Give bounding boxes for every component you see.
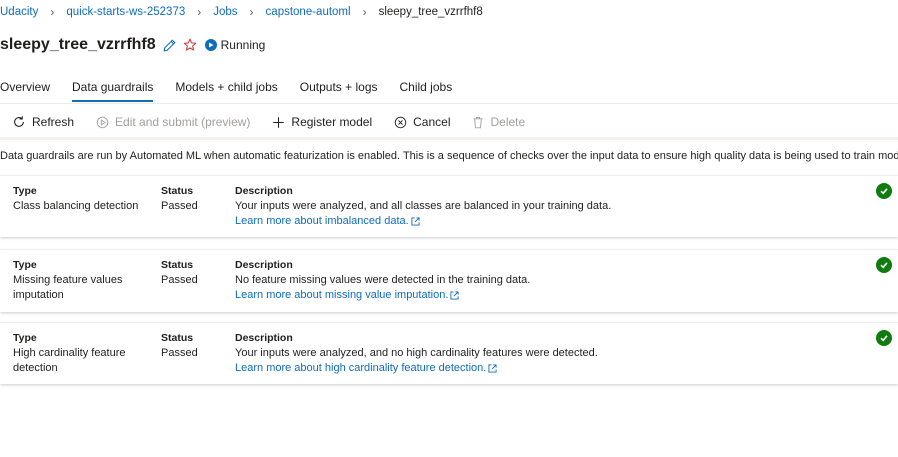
open-external-icon [450,291,459,300]
page-title: sleepy_tree_vzrrfhf8 [0,36,156,53]
guardrail-description: Your inputs were analyzed, and all class… [235,200,612,212]
tab-divider [0,103,898,104]
chevron-right-icon: › [197,5,202,19]
guardrail-status: Passed [161,347,198,359]
check-circle-icon [876,330,892,346]
description-column: Description Your inputs were analyzed, a… [235,184,835,229]
trash-icon [472,116,484,129]
guardrail-type: High cardinality feature detection [13,347,126,374]
cancel-button[interactable]: Cancel [394,115,450,129]
register-model-label: Register model [291,115,373,129]
status-column: Status Passed [161,331,231,361]
delete-button[interactable]: Delete [472,115,525,129]
breadcrumb-experiment-link[interactable]: capstone-automl [266,6,351,18]
learn-more-label: Learn more about imbalanced data. [235,215,409,227]
description-header: Description [235,332,293,344]
status-text: Running [220,38,266,52]
learn-more-link[interactable]: Learn more about imbalanced data. [235,214,420,229]
edit-and-submit-button[interactable]: Edit and submit (preview) [96,115,250,129]
refresh-icon [12,115,26,129]
register-model-button[interactable]: Register model [272,115,372,129]
open-external-icon [411,217,420,226]
guardrail-type: Class balancing detection [13,200,139,212]
status-badge: Running [204,38,266,52]
refresh-button[interactable]: Refresh [12,115,74,129]
status-header: Status [161,259,194,271]
learn-more-link[interactable]: Learn more about missing value imputatio… [235,288,459,303]
chevron-right-icon: › [249,5,254,19]
description-header: Description [235,185,293,197]
toolbar-divider [0,137,898,140]
breadcrumb-resource-link[interactable]: quick-starts-ws-252373 [66,6,185,18]
status-header: Status [161,332,194,344]
tab-data-guardrails[interactable]: Data guardrails [72,76,154,102]
tab-child-jobs[interactable]: Child jobs [400,76,453,102]
type-header: Type [13,332,37,344]
pencil-icon[interactable] [163,38,176,52]
tab-models-child-jobs[interactable]: Models + child jobs [175,76,277,102]
check-circle-icon [876,183,892,199]
type-header: Type [13,185,37,197]
star-icon[interactable] [183,38,197,52]
description-header: Description [235,259,293,271]
type-column: Type Class balancing detection [13,184,148,214]
learn-more-label: Learn more about high cardinality featur… [235,362,487,374]
breadcrumb: Udacity › quick-starts-ws-252373 › Jobs … [0,5,483,19]
cancel-label: Cancel [413,115,451,129]
guardrail-description: Your inputs were analyzed, and no high c… [235,347,598,359]
chevron-right-icon: › [50,5,55,19]
refresh-label: Refresh [32,115,75,129]
edit-and-submit-label: Edit and submit (preview) [115,115,251,129]
delete-label: Delete [490,115,526,129]
status-column: Status Passed [161,184,231,214]
guardrail-type: Missing feature values imputation [13,274,123,301]
chevron-right-icon: › [362,5,367,19]
status-header: Status [161,185,194,197]
type-column: Type High cardinality feature detection [13,331,133,376]
open-external-icon [488,364,497,373]
guardrail-card: Type Missing feature values imputation S… [0,249,898,312]
check-circle-icon [876,257,892,273]
description-column: Description Your inputs were analyzed, a… [235,331,835,376]
type-column: Type Missing feature values imputation [13,258,133,303]
guardrail-description: No feature missing values were detected … [235,274,531,286]
breadcrumb-workspace-link[interactable]: Udacity [0,6,38,18]
plus-icon [272,116,285,129]
learn-more-link[interactable]: Learn more about high cardinality featur… [235,361,497,376]
type-header: Type [13,259,37,271]
play-circle-icon [96,116,109,129]
guardrail-card: Type High cardinality feature detection … [0,322,898,384]
description-column: Description No feature missing values we… [235,258,835,303]
guardrails-description: Data guardrails are run by Automated ML … [0,150,898,162]
breadcrumb-jobs-link[interactable]: Jobs [213,6,237,18]
learn-more-label: Learn more about missing value imputatio… [235,289,449,301]
breadcrumb-current: sleepy_tree_vzrrfhf8 [378,6,483,18]
running-icon [204,39,217,51]
tab-overview[interactable]: Overview [0,76,50,102]
toolbar: Refresh Edit and submit (preview) Regist… [12,112,547,132]
run-header: sleepy_tree_vzrrfhf8 Running [0,35,265,55]
tab-bar: Overview Data guardrails Models + child … [0,76,474,102]
guardrail-status: Passed [161,274,198,286]
tab-outputs-logs[interactable]: Outputs + logs [300,76,378,102]
guardrail-card: Type Class balancing detection Status Pa… [0,175,898,237]
cancel-circle-icon [394,116,407,129]
guardrail-status: Passed [161,200,198,212]
status-column: Status Passed [161,258,231,288]
